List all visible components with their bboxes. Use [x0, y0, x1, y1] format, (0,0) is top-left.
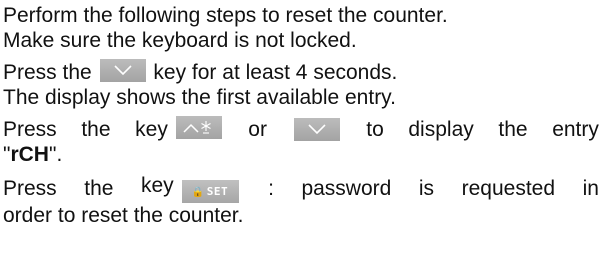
- intro-line: Perform the following steps to reset the…: [3, 3, 599, 28]
- step-scroll-word: Press: [3, 117, 57, 141]
- step-set-key-group: key 🔒 SET: [141, 173, 241, 203]
- down-key: [99, 59, 146, 82]
- step-set-word: :: [268, 176, 274, 200]
- step-set-word: requested: [461, 176, 556, 200]
- step-set-line-2: order to reset the counter.: [3, 203, 599, 228]
- step-scroll-word: to: [366, 117, 384, 141]
- up-defrost-key: [175, 116, 222, 139]
- keyboard-note-line: Make sure the keyboard is not locked.: [3, 28, 599, 53]
- step-scroll-word: display: [408, 117, 474, 141]
- step-set-word: key: [140, 174, 174, 197]
- entry-quote-close: ".: [48, 143, 63, 166]
- down-key-alt: [293, 117, 340, 141]
- step-scroll-word: key: [135, 118, 168, 141]
- set-key: 🔒 SET: [181, 180, 239, 203]
- keyboard-note-text: Make sure the keyboard is not locked.: [3, 29, 357, 52]
- step-set-word: is: [418, 176, 435, 200]
- step-set-word: the: [84, 176, 114, 200]
- step-set-word: Press: [3, 176, 57, 200]
- step-press-down-text-after: key for at least 4 seconds.: [153, 61, 398, 84]
- step-set-line: Press the key 🔒 SET : password is request…: [3, 173, 599, 203]
- step-scroll-word: the: [81, 117, 111, 141]
- step-scroll-word: entry: [552, 117, 599, 141]
- entry-name-line: "rCH".: [3, 142, 599, 167]
- up-arrow-defrost-icon: [183, 121, 211, 134]
- step-scroll-word: or: [248, 117, 267, 141]
- set-key-label: SET: [206, 185, 229, 198]
- step-set-word: in: [582, 176, 599, 200]
- step-scroll-word: the: [498, 117, 528, 141]
- step-press-down-text-before: Press the: [3, 61, 92, 84]
- entry-name: rCH: [10, 143, 49, 166]
- step-set-continuation: order to reset the counter.: [3, 204, 244, 227]
- down-arrow-icon: [308, 123, 326, 134]
- step-set-word: password: [301, 176, 392, 200]
- lock-icon: 🔒: [191, 187, 205, 198]
- display-entry-text: The display shows the first available en…: [3, 86, 396, 109]
- display-entry-line: The display shows the first available en…: [3, 85, 599, 110]
- step-press-down-line: Press the key for at least 4 seconds.: [3, 59, 599, 85]
- instruction-document: Perform the following steps to reset the…: [3, 3, 599, 228]
- step-scroll-key-group: key: [135, 116, 224, 142]
- step-scroll-line: Press the key or to display the entry: [3, 116, 599, 142]
- intro-text: Perform the following steps to reset the…: [3, 4, 448, 27]
- down-arrow-icon: [113, 65, 132, 76]
